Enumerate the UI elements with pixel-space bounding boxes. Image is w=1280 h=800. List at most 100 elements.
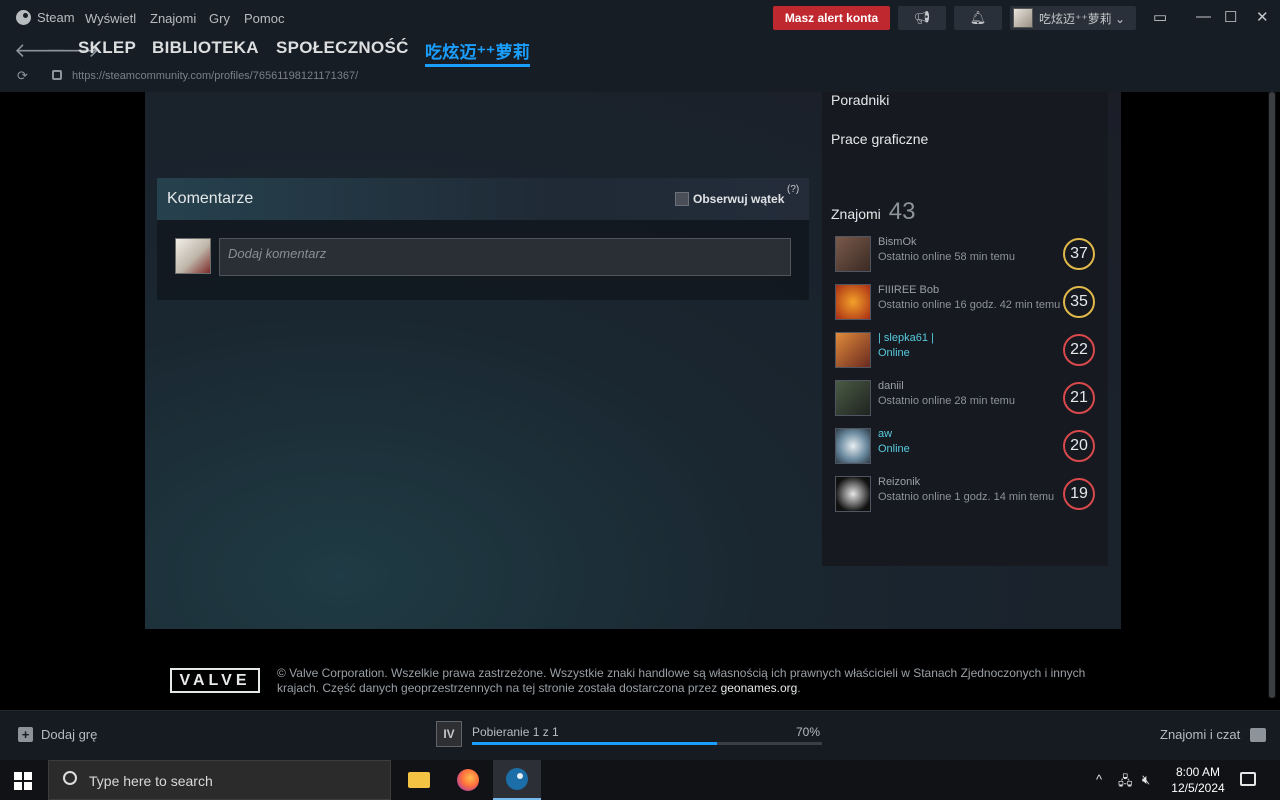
friend-status: Ostatnio online 1 godz. 14 min temu (878, 491, 1055, 503)
download-percent: 70% (796, 725, 821, 739)
comment-input[interactable]: Dodaj komentarz (219, 238, 791, 276)
nav-library[interactable]: BIBLIOTEKA (152, 38, 259, 58)
friend-item[interactable]: BismOk Ostatnio online 58 min temu 37 (835, 234, 1097, 274)
friend-avatar (835, 332, 871, 368)
steam-icon (506, 768, 528, 790)
friend-level-badge: 37 (1063, 238, 1095, 270)
scrollbar[interactable] (1268, 92, 1276, 698)
friend-level-badge: 35 (1063, 286, 1095, 318)
taskbar-search[interactable]: Type here to search (48, 760, 391, 800)
valve-logo[interactable]: VALVE (170, 668, 260, 693)
friends-label: Znajomi (831, 206, 881, 222)
steam-taskbar-button[interactable] (493, 760, 541, 800)
steam-menu-label: Steam (37, 10, 75, 25)
friend-item[interactable]: | slepka61 | Online 22 (835, 330, 1097, 370)
menu-games[interactable]: Gry (209, 11, 230, 26)
comments-body: Dodaj komentarz (157, 220, 809, 300)
footer-period: . (797, 681, 801, 695)
menu-view[interactable]: Wyświetl (85, 11, 136, 26)
windows-taskbar: Type here to search ^ 🖧︎ 🔇︎ 8:00 AM 12/5… (0, 760, 1280, 800)
footer-legal-text: © Valve Corporation. Wszelkie prawa zast… (277, 666, 1097, 696)
big-picture-icon[interactable]: ▭ (1153, 8, 1167, 26)
user-menu-button[interactable]: 吃炫迈⁺⁺萝莉 ⌄ (1010, 6, 1136, 30)
steam-bottom-bar: + Dodaj grę IV Pobieranie 1 z 1 70% Znaj… (0, 710, 1280, 760)
url-bar: ⟳ https://steamcommunity.com/profiles/76… (0, 66, 1280, 88)
friend-status: Ostatnio online 28 min temu (878, 395, 1015, 407)
friend-name: Reizonik (878, 476, 921, 488)
friend-item[interactable]: daniil Ostatnio online 28 min temu 21 (835, 378, 1097, 418)
friend-avatar (835, 380, 871, 416)
file-explorer-button[interactable] (395, 760, 443, 800)
download-game-icon[interactable]: IV (436, 721, 462, 747)
scrollbar-thumb[interactable] (1269, 92, 1275, 698)
nav-profile[interactable]: 吃炫迈⁺⁺萝莉 (425, 38, 531, 67)
close-icon[interactable]: ✕ (1256, 8, 1269, 26)
menu-friends[interactable]: Znajomi (150, 11, 196, 26)
footer-copyright: © Valve Corporation. Wszelkie prawa zast… (277, 666, 1086, 695)
add-game-label: Dodaj grę (41, 727, 98, 742)
steam-menu[interactable]: Steam (16, 10, 75, 25)
geonames-link[interactable]: geonames.org (721, 681, 798, 695)
bell-icon: 🔔︎ (969, 10, 987, 25)
firefox-button[interactable] (444, 760, 492, 800)
comments-title: Komentarze (167, 190, 254, 207)
lock-icon (52, 70, 62, 80)
friend-item[interactable]: FIIIREE Bob Ostatnio online 16 godz. 42 … (835, 282, 1097, 322)
volume-muted-icon[interactable]: 🔇︎ (1142, 772, 1150, 788)
follow-thread-checkbox[interactable] (675, 192, 689, 206)
taskbar-clock[interactable]: 8:00 AM 12/5/2024 (1168, 764, 1228, 796)
friend-name: | slepka61 | (878, 332, 934, 344)
chevron-up-icon[interactable]: ^ (1096, 772, 1102, 787)
friends-header[interactable]: Znajomi 43 (831, 198, 916, 226)
download-progress-fill (472, 742, 717, 745)
friend-status: Online (878, 443, 910, 455)
friend-level-badge: 19 (1063, 478, 1095, 510)
friend-name: aw (878, 428, 893, 440)
search-icon (63, 771, 77, 785)
notification-center-icon[interactable] (1240, 772, 1256, 786)
friend-name: daniil (878, 380, 904, 392)
add-game-button[interactable]: + Dodaj grę (18, 727, 97, 742)
sidebar-link-artwork[interactable]: Prace graficzne (831, 131, 928, 147)
friend-name: BismOk (878, 236, 917, 248)
comments-header: Komentarze Obserwuj wątek (?) (157, 178, 809, 220)
friends-chat-label: Znajomi i czat (1160, 727, 1241, 742)
maximize-icon[interactable]: ☐ (1224, 8, 1237, 26)
username-label: 吃炫迈⁺⁺萝莉 ⌄ (1039, 11, 1126, 26)
network-icon[interactable]: 🖧︎ (1118, 772, 1133, 794)
sidebar-link-guides[interactable]: Poradniki (831, 92, 889, 108)
windows-start-icon[interactable] (14, 772, 32, 790)
nav-community[interactable]: SPOŁECZNOŚĆ (276, 38, 409, 58)
help-icon[interactable]: (?) (787, 184, 799, 195)
minimize-icon[interactable]: — (1196, 8, 1211, 25)
main-nav: 🡐 🡒 SKLEP BIBLIOTEKA SPOŁECZNOŚĆ 吃炫迈⁺⁺萝莉 (0, 36, 1280, 67)
folder-icon (408, 772, 430, 788)
friend-item[interactable]: aw Online 20 (835, 426, 1097, 466)
announcements-button[interactable]: 📢︎ (898, 6, 946, 30)
friend-level-badge: 20 (1063, 430, 1095, 462)
account-alert-button[interactable]: Masz alert konta (773, 6, 890, 30)
notifications-button[interactable]: 🔔︎ (954, 6, 1002, 30)
megaphone-icon: 📢︎ (913, 10, 931, 25)
refresh-icon[interactable]: ⟳ (17, 68, 28, 84)
firefox-icon (457, 769, 479, 791)
friends-count: 43 (888, 198, 916, 225)
friends-chat-button[interactable]: Znajomi i czat (1160, 727, 1267, 742)
friend-item[interactable]: Reizonik Ostatnio online 1 godz. 14 min … (835, 474, 1097, 514)
download-progress-bar (472, 742, 822, 745)
follow-thread-label[interactable]: Obserwuj wątek (693, 192, 784, 206)
steam-logo-icon (16, 10, 31, 25)
url-text[interactable]: https://steamcommunity.com/profiles/7656… (72, 70, 358, 82)
plus-icon: + (18, 727, 33, 742)
friend-name: FIIIREE Bob (878, 284, 940, 296)
menu-help[interactable]: Pomoc (244, 11, 284, 26)
friend-avatar (835, 284, 871, 320)
avatar (175, 238, 211, 274)
download-label[interactable]: Pobieranie 1 z 1 (472, 725, 559, 739)
search-placeholder: Type here to search (89, 773, 213, 789)
friend-avatar (835, 428, 871, 464)
avatar (1013, 8, 1033, 28)
friend-status: Online (878, 347, 910, 359)
nav-store[interactable]: SKLEP (78, 38, 136, 58)
chat-icon (1250, 727, 1267, 742)
